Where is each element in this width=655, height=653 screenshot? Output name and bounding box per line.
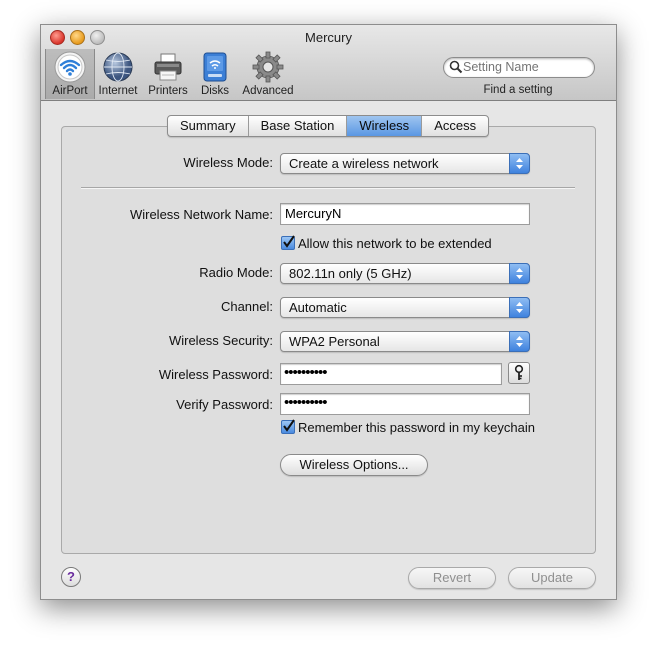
remember-keychain-label: Remember this password in my keychain	[298, 420, 535, 435]
channel-value: Automatic	[289, 300, 347, 315]
tab-wireless[interactable]: Wireless	[347, 116, 423, 136]
airport-wifi-icon	[54, 51, 86, 83]
toolbar-internet-button[interactable]: Internet	[94, 49, 142, 99]
password-value: ••••••••••	[284, 364, 328, 381]
search-caption: Find a setting	[483, 84, 553, 96]
popup-arrows-icon	[509, 263, 530, 284]
keychain-button[interactable]	[508, 362, 530, 384]
toolbar-internet-label: Internet	[98, 85, 138, 97]
checkmark-icon	[283, 419, 295, 432]
toolbar-airport-button[interactable]: AirPort	[45, 49, 95, 99]
wireless-mode-value: Create a wireless network	[289, 156, 439, 171]
network-name-value: MercuryN	[285, 206, 342, 221]
help-button[interactable]: ?	[61, 567, 81, 587]
toolbar-advanced-button[interactable]: Advanced	[238, 49, 298, 99]
radio-mode-label: Radio Mode:	[199, 265, 273, 280]
section-divider	[81, 187, 575, 189]
toolbar-printers-button[interactable]: Printers	[144, 49, 192, 99]
wireless-mode-popup[interactable]: Create a wireless network	[280, 153, 530, 174]
window-title: Mercury	[305, 30, 352, 45]
popup-arrows-icon	[509, 331, 530, 352]
channel-label: Channel:	[220, 299, 273, 314]
gear-icon	[252, 51, 284, 83]
toolbar-disks-button[interactable]: Disks	[193, 49, 237, 99]
tab-summary[interactable]: Summary	[168, 116, 249, 136]
password-label: Wireless Password:	[158, 367, 273, 382]
allow-extended-label: Allow this network to be extended	[298, 236, 492, 251]
network-name-label: Wireless Network Name:	[129, 207, 273, 222]
verify-password-value: ••••••••••	[284, 394, 328, 411]
popup-arrows-icon	[509, 153, 530, 174]
security-popup[interactable]: WPA2 Personal	[280, 331, 530, 352]
revert-button[interactable]: Revert	[408, 567, 496, 589]
printer-icon	[154, 53, 182, 81]
security-value: WPA2 Personal	[289, 334, 380, 349]
password-field[interactable]: ••••••••••	[280, 363, 502, 385]
search-field[interactable]	[443, 57, 595, 78]
toolbar-disks-label: Disks	[200, 85, 230, 97]
wireless-options-button[interactable]: Wireless Options...	[280, 454, 428, 476]
toolbar-printers-label: Printers	[148, 85, 188, 97]
tab-base-station[interactable]: Base Station	[249, 116, 348, 136]
radio-mode-popup[interactable]: 802.11n only (5 GHz)	[280, 263, 530, 284]
radio-mode-value: 802.11n only (5 GHz)	[289, 266, 412, 281]
tab-bar: Summary Base Station Wireless Access	[167, 115, 490, 137]
checkmark-icon	[283, 235, 295, 248]
wireless-mode-label: Wireless Mode:	[183, 155, 273, 170]
key-icon	[514, 364, 524, 380]
network-name-field[interactable]: MercuryN	[280, 203, 530, 225]
toolbar-airport-label: AirPort	[52, 85, 88, 97]
airport-utility-window: Mercury AirPort Internet Printers Disks …	[40, 24, 617, 600]
toolbar-advanced-label: Advanced	[242, 85, 294, 97]
allow-extended-checkbox[interactable]	[281, 235, 295, 250]
verify-password-label: Verify Password:	[176, 397, 273, 412]
update-button[interactable]: Update	[508, 567, 596, 589]
search-input[interactable]	[463, 59, 588, 75]
verify-password-field[interactable]: ••••••••••	[280, 393, 530, 415]
disk-icon	[203, 52, 227, 82]
toolbar: Mercury AirPort Internet Printers Disks …	[41, 25, 616, 101]
remember-keychain-checkbox[interactable]	[281, 419, 295, 434]
globe-icon	[103, 52, 133, 82]
security-label: Wireless Security:	[168, 333, 273, 348]
tab-access[interactable]: Access	[422, 116, 488, 136]
popup-arrows-icon	[509, 297, 530, 318]
channel-popup[interactable]: Automatic	[280, 297, 530, 318]
search-icon	[449, 60, 463, 74]
